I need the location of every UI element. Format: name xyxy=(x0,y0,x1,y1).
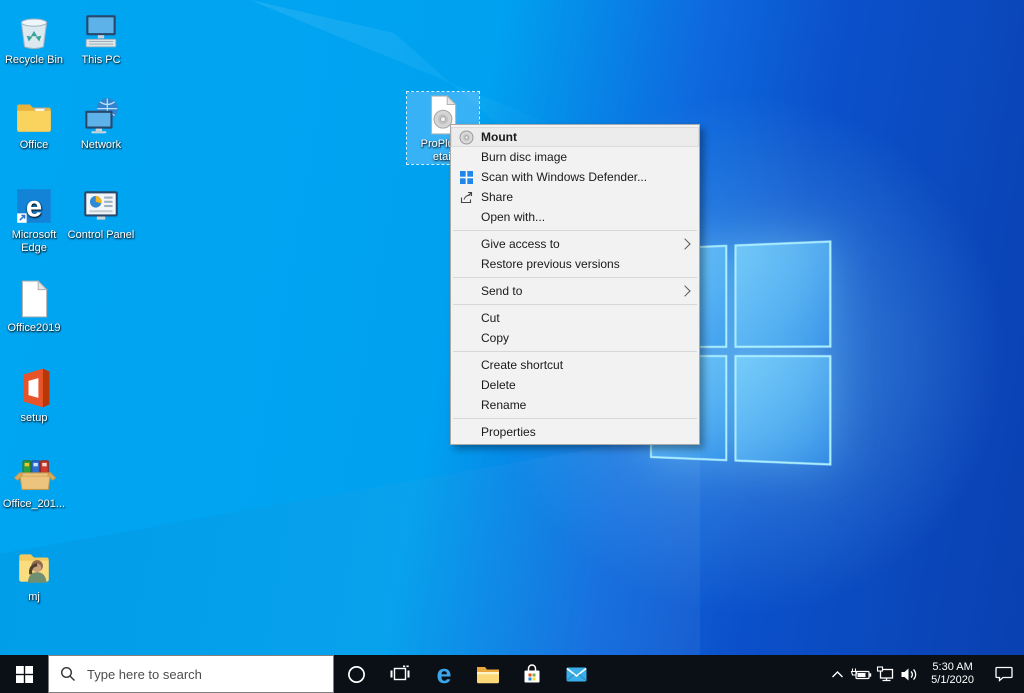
mail-icon xyxy=(565,664,588,684)
desktop-icon-label: setup xyxy=(0,412,68,425)
office-setup-icon xyxy=(0,366,68,410)
folder-icon xyxy=(0,93,68,137)
taskbar-clock[interactable]: 5:30 AM 5/1/2020 xyxy=(931,661,974,687)
menu-item-delete[interactable]: Delete xyxy=(451,375,699,395)
tray-volume-button[interactable] xyxy=(897,655,921,693)
desktop-icon-label: Control Panel xyxy=(67,229,135,242)
desktop-icon-network[interactable]: Network xyxy=(67,93,135,152)
menu-separator xyxy=(453,304,697,305)
desktop-icon-recycle-bin[interactable]: Recycle Bin xyxy=(0,8,68,67)
control-panel-icon xyxy=(67,183,135,227)
menu-item-mount[interactable]: Mount xyxy=(451,127,699,147)
speaker-icon xyxy=(900,667,918,682)
task-view-icon xyxy=(390,665,410,683)
tray-network-button[interactable] xyxy=(873,655,897,693)
menu-item-restore-previous-versions[interactable]: Restore previous versions xyxy=(451,254,699,274)
menu-item-rename[interactable]: Rename xyxy=(451,395,699,415)
menu-separator xyxy=(453,230,697,231)
submenu-arrow-icon xyxy=(679,238,690,249)
start-button[interactable] xyxy=(0,655,48,693)
file-explorer-icon xyxy=(476,664,500,684)
windows-logo-pane xyxy=(734,240,831,347)
light-beam xyxy=(0,430,700,655)
action-center-button[interactable] xyxy=(984,655,1024,693)
store-button[interactable] xyxy=(510,655,554,693)
desktop-icon-label: This PC xyxy=(67,54,135,67)
box-with-books-icon xyxy=(0,452,68,496)
clock-date: 5/1/2020 xyxy=(931,674,974,687)
store-icon xyxy=(521,663,543,685)
battery-charging-icon xyxy=(850,667,872,681)
task-view-button[interactable] xyxy=(378,655,422,693)
action-center-icon xyxy=(995,666,1013,682)
menu-item-give-access-to[interactable]: Give access to xyxy=(451,234,699,254)
edge-taskbar-button[interactable]: e xyxy=(422,655,466,693)
network-icon xyxy=(67,93,135,137)
menu-item-burn-disc-image[interactable]: Burn disc image xyxy=(451,147,699,167)
desktop-icon-label: Recycle Bin xyxy=(0,54,68,67)
cortana-icon xyxy=(347,665,366,684)
system-tray: 5:30 AM 5/1/2020 xyxy=(825,655,1024,693)
search-input[interactable] xyxy=(85,666,322,683)
menu-separator xyxy=(453,277,697,278)
recycle-bin-icon xyxy=(0,8,68,52)
desktop-icon-label: mj xyxy=(0,591,68,604)
edge-icon: e xyxy=(436,659,451,690)
svg-text:e: e xyxy=(26,191,42,224)
desktop-icon-label: Office_201... xyxy=(0,498,68,511)
desktop-icon-setup[interactable]: setup xyxy=(0,366,68,425)
menu-item-scan-with-windows-defender[interactable]: Scan with Windows Defender... xyxy=(451,167,699,187)
menu-item-share[interactable]: Share xyxy=(451,187,699,207)
this-pc-icon xyxy=(67,8,135,52)
menu-item-properties[interactable]: Properties xyxy=(451,422,699,442)
tray-battery-button[interactable] xyxy=(849,655,873,693)
submenu-arrow-icon xyxy=(679,285,690,296)
chevron-up-icon xyxy=(831,670,844,679)
menu-item-create-shortcut[interactable]: Create shortcut xyxy=(451,355,699,375)
search-icon xyxy=(60,666,76,682)
desktop-icon-office-folder[interactable]: Office xyxy=(0,93,68,152)
windows-desktop: Recycle Bin This PC Office Network e Mic… xyxy=(0,0,1024,693)
desktop-icon-microsoft-edge[interactable]: e Microsoft Edge xyxy=(0,183,68,255)
menu-separator xyxy=(453,418,697,419)
taskbar-search[interactable] xyxy=(48,655,334,693)
disc-icon xyxy=(451,130,481,145)
cortana-button[interactable] xyxy=(334,655,378,693)
context-menu: Mount Burn disc image Scan with Windows … xyxy=(450,124,700,445)
network-ethernet-icon xyxy=(876,666,895,683)
file-explorer-button[interactable] xyxy=(466,655,510,693)
mail-button[interactable] xyxy=(554,655,598,693)
desktop-icon-office-201[interactable]: Office_201... xyxy=(0,452,68,511)
windows-logo-pane xyxy=(734,355,831,466)
defender-icon xyxy=(451,171,481,184)
share-icon xyxy=(451,190,481,205)
desktop-icon-label: Microsoft Edge xyxy=(0,229,68,255)
desktop-icon-control-panel[interactable]: Control Panel xyxy=(67,183,135,242)
menu-separator xyxy=(453,351,697,352)
menu-item-open-with[interactable]: Open with... xyxy=(451,207,699,227)
taskbar: e 5:30 AM 5/1/2020 xyxy=(0,655,1024,693)
clock-time: 5:30 AM xyxy=(931,661,974,674)
menu-item-copy[interactable]: Copy xyxy=(451,328,699,348)
tray-chevron-button[interactable] xyxy=(825,655,849,693)
edge-icon: e xyxy=(0,183,68,227)
menu-item-cut[interactable]: Cut xyxy=(451,308,699,328)
desktop-icon-this-pc[interactable]: This PC xyxy=(67,8,135,67)
menu-item-send-to[interactable]: Send to xyxy=(451,281,699,301)
windows-start-icon xyxy=(16,666,33,683)
desktop-icon-office2019[interactable]: Office2019 xyxy=(0,276,68,335)
desktop-icon-label: Network xyxy=(67,139,135,152)
desktop-icon-label: Office xyxy=(0,139,68,152)
user-folder-icon xyxy=(0,545,68,589)
document-icon xyxy=(0,276,68,320)
desktop-icon-label: Office2019 xyxy=(0,322,68,335)
desktop-icon-mj[interactable]: mj xyxy=(0,545,68,604)
